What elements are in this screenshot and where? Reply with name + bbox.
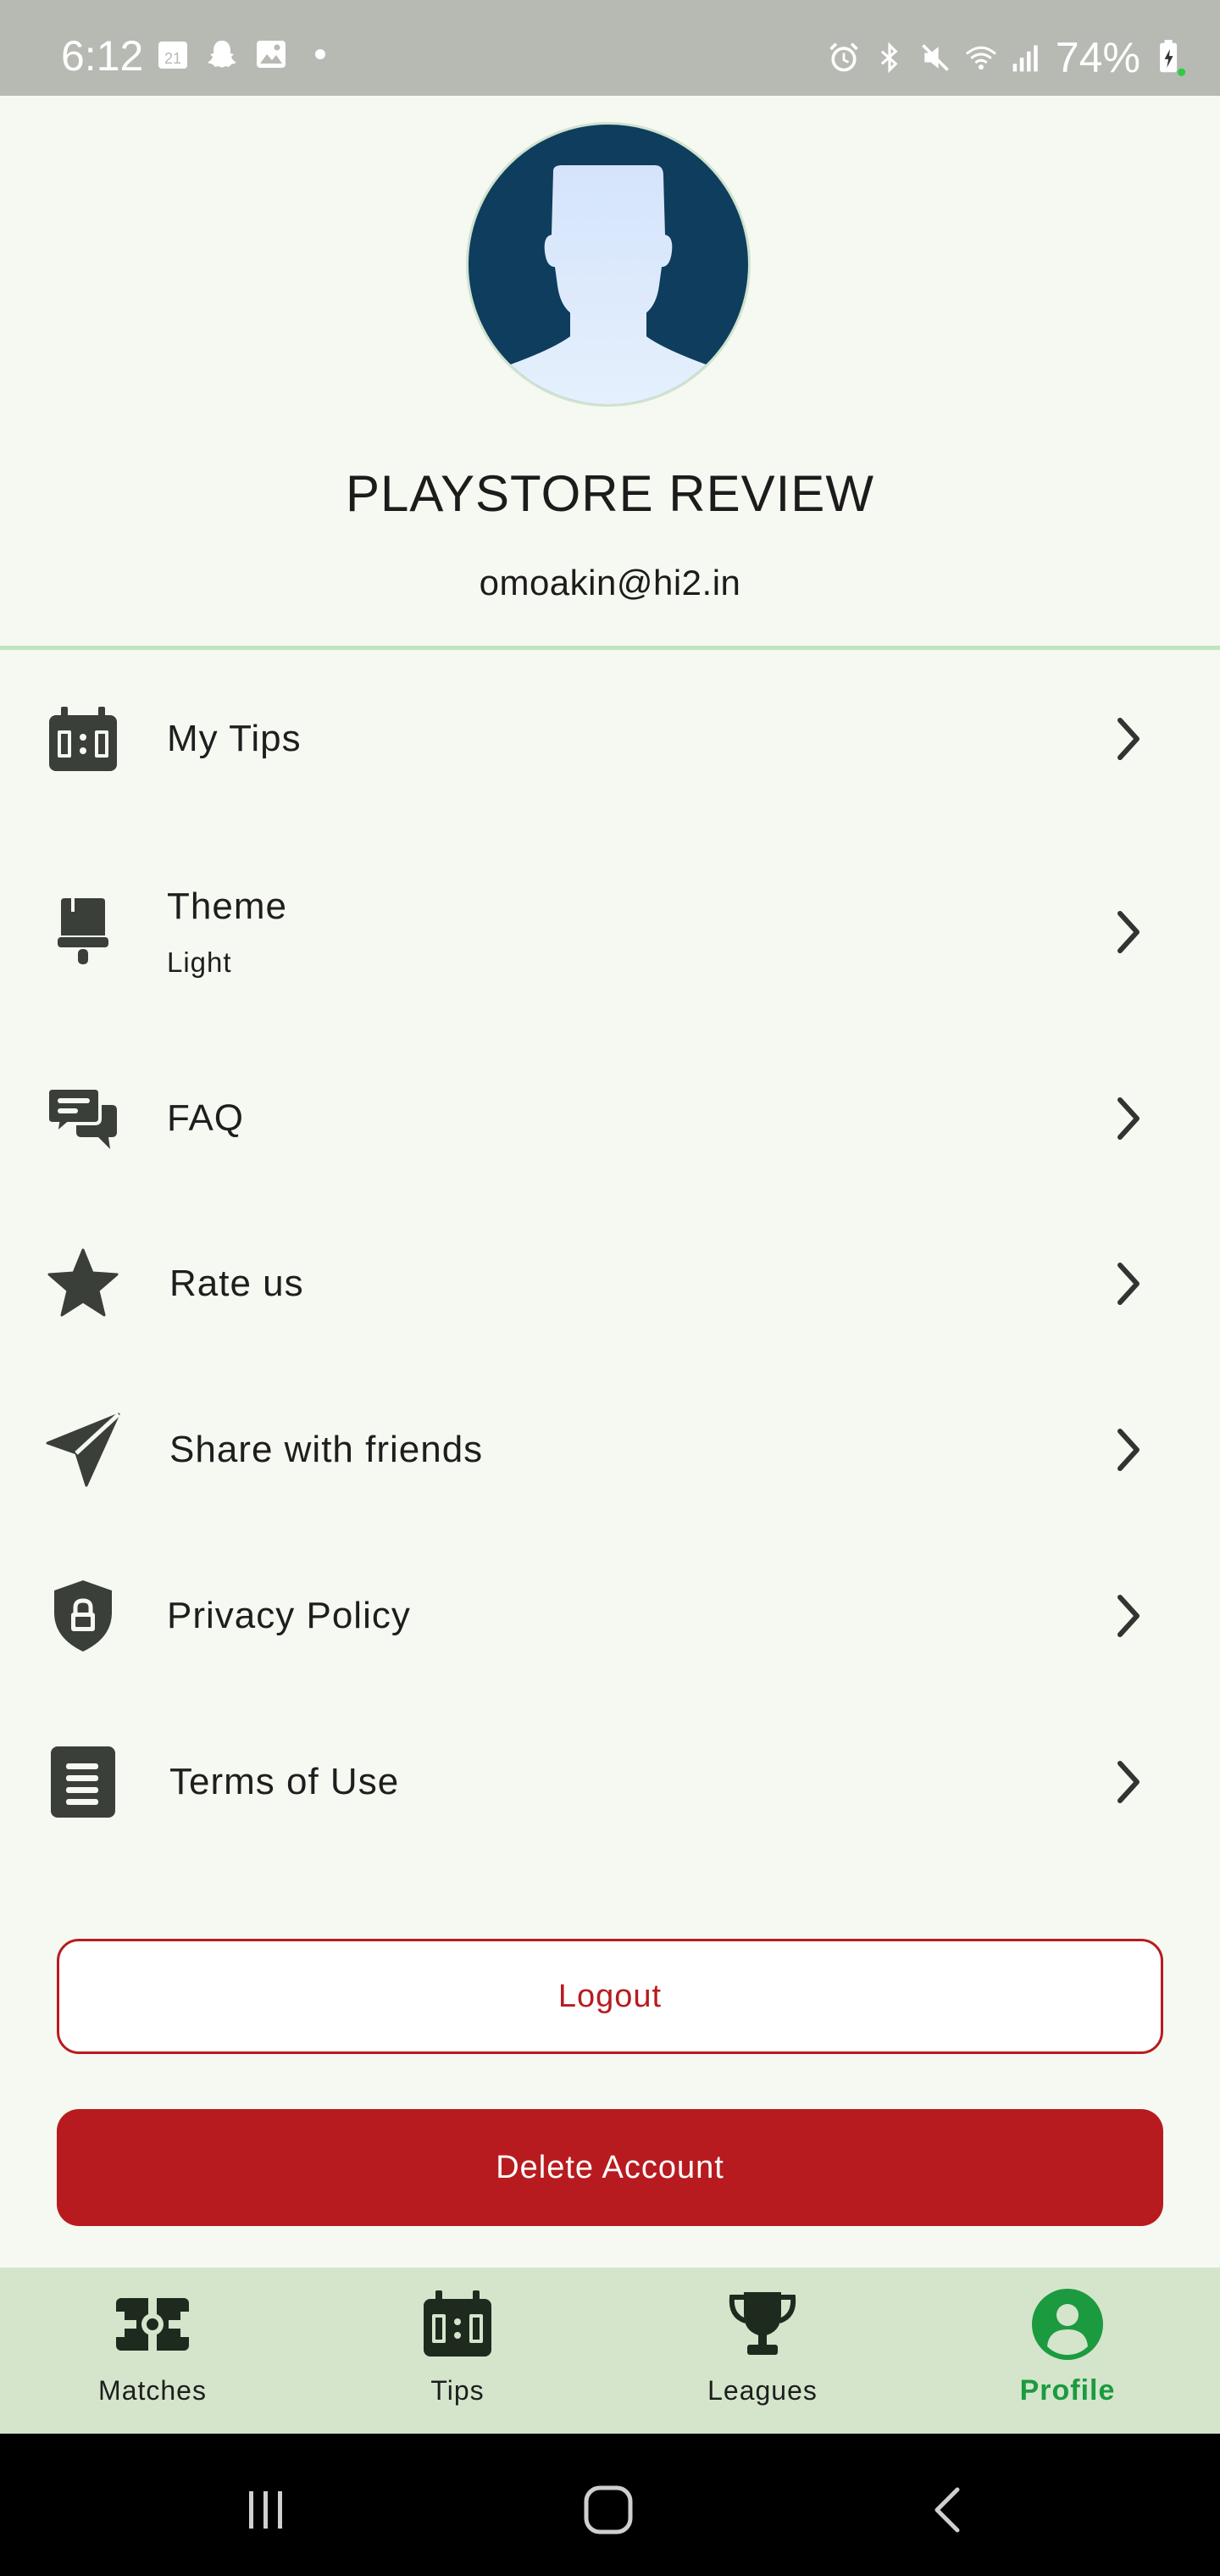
bluetooth-icon: [873, 41, 907, 75]
battery-icon: [1152, 40, 1186, 76]
wifi-icon: [964, 41, 998, 75]
pitch-icon: [110, 2286, 195, 2362]
logout-button[interactable]: Logout: [57, 1939, 1163, 2054]
status-bar: 6:12 21 74%: [0, 0, 1220, 96]
menu-item-privacy-policy[interactable]: Privacy Policy: [0, 1574, 1220, 1658]
avatar-placeholder-icon: [491, 165, 726, 404]
menu-label: Terms of Use: [169, 1761, 400, 1802]
gallery-icon: [254, 37, 288, 71]
status-icons-right: 74%: [827, 32, 1186, 83]
paint-brush-icon: [46, 895, 120, 969]
nav-label: Leagues: [707, 2375, 818, 2406]
signal-icon: [1010, 41, 1044, 75]
snapchat-icon: [205, 37, 239, 71]
recents-icon[interactable]: [224, 2468, 308, 2552]
alarm-icon: [827, 41, 861, 75]
star-icon: [46, 1246, 120, 1321]
menu-label: Theme: [167, 886, 287, 927]
notification-dot-icon: [303, 37, 337, 71]
nav-label: Matches: [98, 2375, 207, 2406]
status-time: 6:12: [61, 32, 144, 80]
profile-email: omoakin@hi2.in: [479, 563, 741, 602]
menu-item-my-tips[interactable]: My Tips: [0, 678, 1220, 801]
chevron-right-icon: [1108, 1424, 1149, 1475]
nav-label: Tips: [430, 2375, 485, 2406]
menu-label: Privacy Policy: [167, 1595, 411, 1636]
menu-item-terms-of-use[interactable]: Terms of Use: [0, 1740, 1220, 1824]
chevron-right-icon: [1108, 1757, 1149, 1807]
chat-bubbles-icon: [46, 1081, 120, 1156]
shield-lock-icon: [46, 1579, 120, 1653]
chevron-right-icon: [1108, 713, 1149, 764]
nav-item-matches[interactable]: Matches: [0, 2268, 305, 2434]
chevron-right-icon: [1108, 907, 1149, 958]
chevron-right-icon: [1108, 1258, 1149, 1309]
scoreboard-icon: [415, 2286, 500, 2362]
menu-label: My Tips: [167, 718, 302, 759]
battery-percent: 74%: [1055, 34, 1140, 81]
menu-sublabel: Light: [167, 947, 232, 978]
profile-name: PLAYSTORE REVIEW: [346, 465, 874, 522]
svg-text:21: 21: [164, 50, 181, 67]
nav-item-tips[interactable]: Tips: [305, 2268, 610, 2434]
paper-plane-icon: [46, 1413, 120, 1487]
menu-label: Rate us: [169, 1263, 304, 1304]
nav-label: Profile: [1019, 2374, 1116, 2407]
chevron-right-icon: [1108, 1093, 1149, 1144]
nav-item-profile[interactable]: Profile: [915, 2268, 1220, 2434]
document-icon: [46, 1745, 120, 1819]
menu-item-theme[interactable]: Theme Light: [0, 864, 1220, 1000]
menu-item-rate-us[interactable]: Rate us: [0, 1241, 1220, 1326]
nav-item-leagues[interactable]: Leagues: [610, 2268, 915, 2434]
trophy-icon: [720, 2286, 805, 2362]
menu-item-faq[interactable]: FAQ: [0, 1076, 1220, 1161]
bottom-nav: Matches Tips Leagues Profile: [0, 2268, 1220, 2434]
delete-account-button[interactable]: Delete Account: [57, 2109, 1163, 2226]
chevron-right-icon: [1108, 1591, 1149, 1641]
status-icons-left: 21: [156, 37, 337, 71]
mute-icon: [918, 41, 952, 75]
menu-label: FAQ: [167, 1097, 245, 1139]
menu-item-share-with-friends[interactable]: Share with friends: [0, 1407, 1220, 1492]
system-nav-bar: [0, 2434, 1220, 2576]
avatar[interactable]: [466, 122, 751, 407]
profile-icon: [1025, 2286, 1110, 2362]
scoreboard-icon: [46, 702, 120, 776]
divider: [0, 646, 1220, 650]
menu-label: Share with friends: [169, 1429, 484, 1470]
back-icon[interactable]: [907, 2468, 991, 2552]
home-icon[interactable]: [566, 2468, 651, 2552]
calendar-icon: 21: [156, 37, 190, 71]
